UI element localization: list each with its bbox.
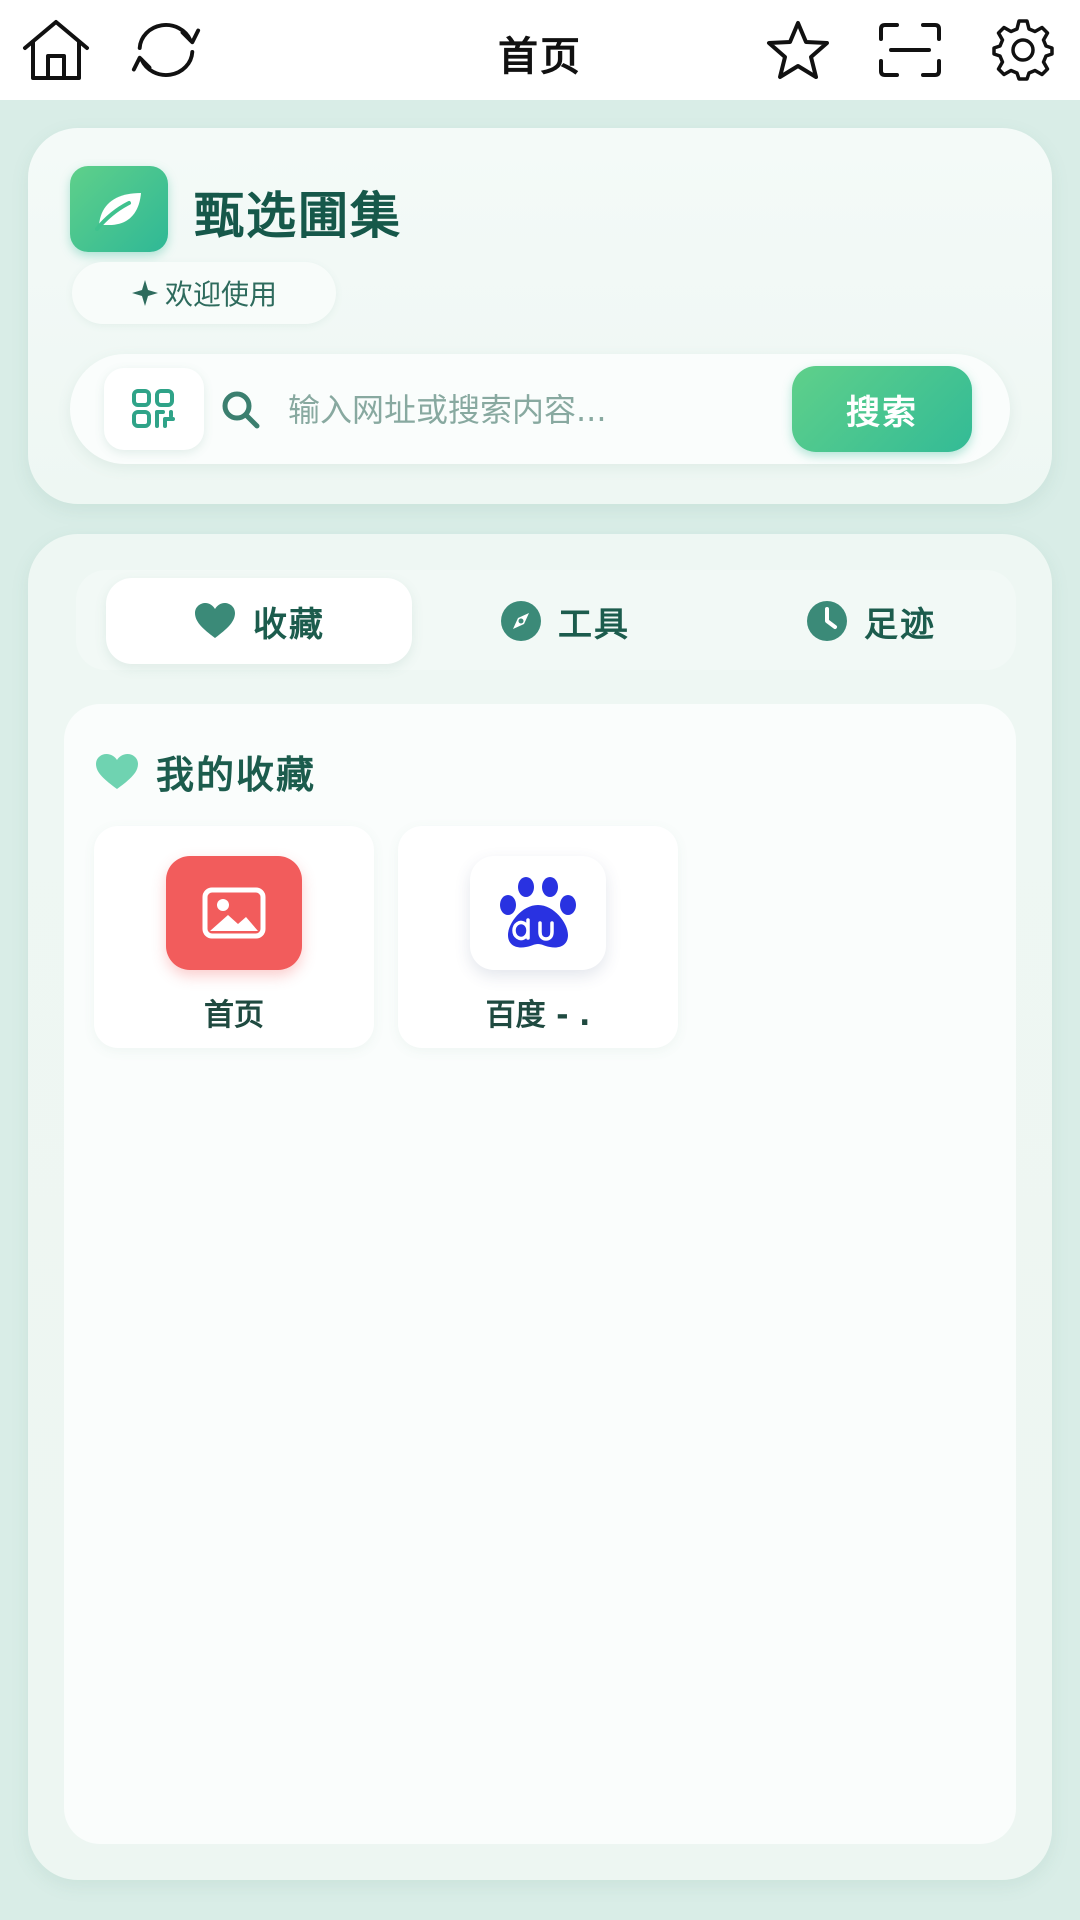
- gear-icon: [992, 19, 1054, 81]
- welcome-text: 欢迎使用: [164, 278, 277, 311]
- tab-favorites[interactable]: 收藏: [106, 578, 412, 664]
- tab-bar: 收藏 工具 足迹: [76, 570, 1016, 670]
- leaf-icon: [95, 193, 141, 231]
- tab-tools[interactable]: 工具: [412, 578, 718, 664]
- top-app-bar: 首页: [0, 0, 1080, 100]
- search-bar: 搜索: [70, 354, 1010, 464]
- scan-button[interactable]: [872, 12, 948, 88]
- baidu-paw-icon: [500, 877, 576, 948]
- main-card: 收藏 工具 足迹 我的收藏 首页 百度 - .: [28, 534, 1052, 1880]
- tab-label: 足迹: [864, 604, 936, 645]
- favorite-label: 百度 - .: [485, 998, 591, 1033]
- heart-icon: [96, 753, 138, 789]
- favorite-label: 首页: [204, 998, 264, 1033]
- header-card: 甄选圃集 欢迎使用 搜索: [28, 128, 1052, 504]
- welcome-badge: 欢迎使用: [72, 262, 336, 324]
- search-button[interactable]: 搜索: [792, 366, 972, 452]
- search-input[interactable]: [288, 380, 758, 440]
- clock-icon: [807, 601, 847, 641]
- tab-label: 工具: [558, 604, 630, 645]
- tab-history[interactable]: 足迹: [718, 578, 1024, 664]
- brand-name: 甄选圃集: [194, 187, 402, 245]
- favorite-item[interactable]: 百度 - .: [398, 826, 678, 1048]
- section-header: 我的收藏: [94, 744, 316, 799]
- sparkle-icon: [131, 280, 158, 306]
- heart-icon: [195, 603, 235, 638]
- search-icon: [220, 389, 262, 431]
- bookmark-button[interactable]: [760, 12, 836, 88]
- qr-scan-button[interactable]: [104, 368, 204, 450]
- tab-label: 收藏: [253, 604, 325, 645]
- star-icon: [767, 21, 829, 79]
- compass-icon: [501, 601, 541, 641]
- favorite-icon-tile: [470, 856, 606, 970]
- favorites-panel: 我的收藏 首页 百度 - .: [64, 704, 1016, 1844]
- settings-button[interactable]: [985, 12, 1061, 88]
- qr-code-icon: [132, 389, 175, 428]
- image-icon: [202, 887, 266, 939]
- scan-icon: [879, 23, 941, 77]
- favorite-icon-tile: [166, 856, 302, 970]
- favorite-item[interactable]: 首页: [94, 826, 374, 1048]
- app-logo: [70, 166, 168, 252]
- section-title: 我的收藏: [156, 753, 317, 797]
